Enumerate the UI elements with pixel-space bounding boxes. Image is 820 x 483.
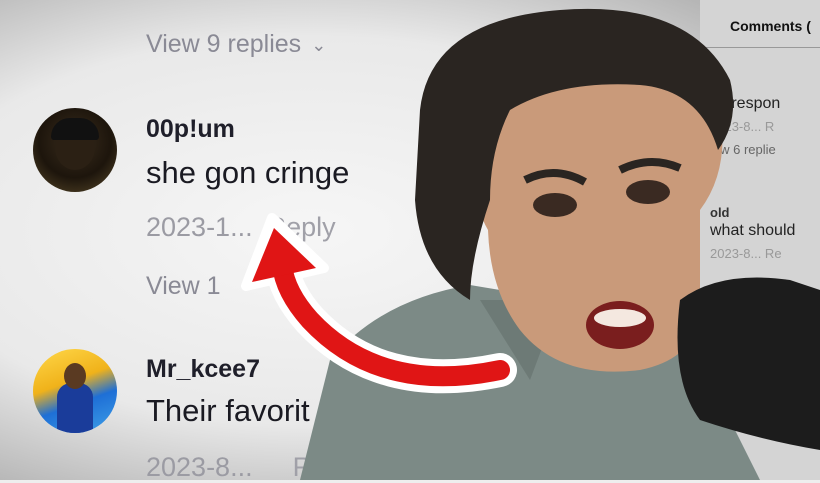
right-eye xyxy=(626,180,670,204)
left-eye xyxy=(533,193,577,217)
teeth xyxy=(594,309,646,327)
presenter-photo xyxy=(0,0,820,480)
